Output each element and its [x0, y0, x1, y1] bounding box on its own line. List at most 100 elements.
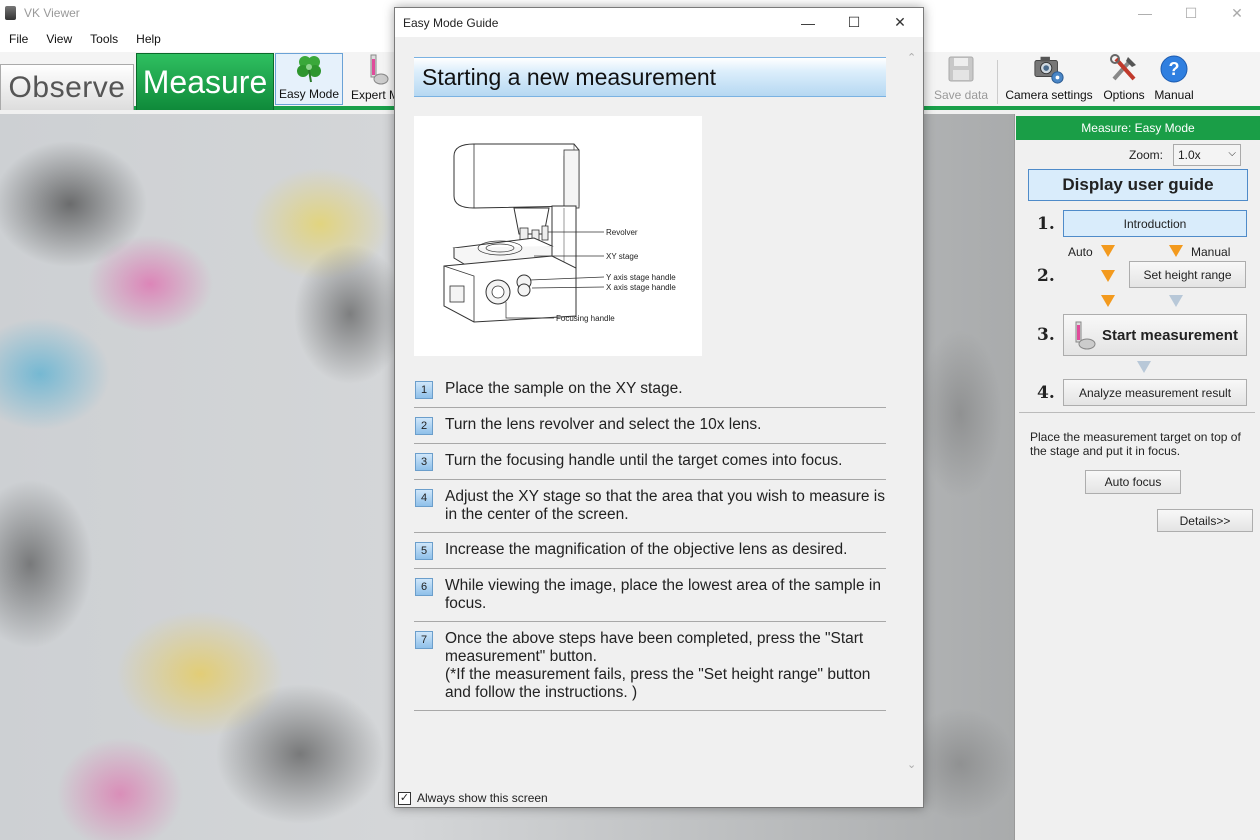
help-icon: ?: [1158, 53, 1190, 85]
camera-settings-button[interactable]: Camera settings: [1002, 53, 1096, 105]
dialog-footer: ✓ Always show this screen: [395, 789, 923, 807]
auto-focus-button[interactable]: Auto focus: [1085, 470, 1181, 494]
manual-label: Manual: [1154, 88, 1194, 102]
panel-description: Place the measurement target on top of t…: [1030, 430, 1241, 458]
tab-measure[interactable]: Measure: [136, 53, 274, 110]
clover-icon: [293, 52, 325, 84]
callout-xy-stage: XY stage: [606, 252, 639, 261]
arrow-down-icon: [1101, 295, 1115, 307]
step-text: Turn the lens revolver and select the 10…: [445, 416, 762, 433]
flask-icon: [1075, 321, 1096, 350]
app-title: VK Viewer: [24, 6, 80, 20]
details-button[interactable]: Details>>: [1157, 509, 1253, 532]
callout-x-handle: X axis stage handle: [606, 283, 676, 292]
step-badge: 7: [415, 631, 433, 649]
step-number-2: 2.: [1037, 266, 1055, 286]
menu-file[interactable]: File: [0, 32, 37, 46]
zoom-row: Zoom: 1.0x ⌵: [1015, 144, 1260, 166]
set-height-range-button[interactable]: Set height range: [1129, 261, 1246, 288]
arrow-down-light-icon: [1137, 361, 1151, 373]
step-badge: 1: [415, 381, 433, 399]
guide-step: 3 Turn the focusing handle until the tar…: [414, 444, 886, 480]
panel-divider: [1019, 412, 1255, 413]
start-measurement-button[interactable]: Start measurement: [1063, 314, 1247, 356]
introduction-button[interactable]: Introduction: [1063, 210, 1247, 237]
tools-icon: [1108, 53, 1140, 85]
dialog-content: Starting a new measurement Revolver XY s…: [395, 37, 903, 789]
save-data-label: Save data: [933, 88, 989, 102]
step-text-group: Once the above steps have been completed…: [445, 630, 886, 702]
panel-header: Measure: Easy Mode: [1016, 116, 1260, 140]
guide-heading: Starting a new measurement: [414, 57, 886, 97]
always-show-checkbox[interactable]: ✓: [398, 791, 411, 805]
display-user-guide-button[interactable]: Display user guide: [1028, 169, 1248, 201]
analyze-result-button[interactable]: Analyze measurement result: [1063, 379, 1247, 406]
step-note: (*If the measurement fails, press the "S…: [445, 666, 871, 701]
options-button[interactable]: Options: [1100, 53, 1148, 105]
guide-step: 7 Once the above steps have been complet…: [414, 622, 886, 711]
auto-label: Auto: [1068, 245, 1093, 259]
guide-step: 2 Turn the lens revolver and select the …: [414, 408, 886, 444]
step-badge: 3: [415, 453, 433, 471]
guide-step: 4 Adjust the XY stage so that the area t…: [414, 480, 886, 533]
easy-mode-button[interactable]: Easy Mode: [275, 53, 343, 105]
menu-tools[interactable]: Tools: [81, 32, 127, 46]
scroll-up-icon[interactable]: ⌃: [907, 51, 916, 64]
dialog-close-button[interactable]: ✕: [877, 8, 923, 37]
dialog-maximize-button[interactable]: ☐: [831, 8, 877, 37]
start-measurement-label: Start measurement: [1102, 326, 1238, 344]
svg-text:?: ?: [1169, 59, 1180, 79]
step-badge: 2: [415, 417, 433, 435]
menu-help[interactable]: Help: [127, 32, 170, 46]
guide-step: 6 While viewing the image, place the low…: [414, 569, 886, 622]
chevron-down-icon: ⌵: [1228, 148, 1236, 159]
dialog-scrollbar[interactable]: ⌃ ⌄: [903, 37, 923, 789]
dialog-minimize-button[interactable]: —: [785, 8, 831, 37]
easy-mode-label: Easy Mode: [278, 87, 340, 101]
easy-mode-panel: Measure: Easy Mode Zoom: 1.0x ⌵ Display …: [1014, 114, 1260, 840]
arrow-down-icon: [1101, 245, 1115, 257]
tab-observe[interactable]: Observe: [0, 64, 134, 110]
dialog-titlebar[interactable]: Easy Mode Guide — ☐ ✕: [395, 8, 923, 37]
menu-view[interactable]: View: [37, 32, 81, 46]
step-text: Increase the magnification of the object…: [445, 541, 848, 558]
step-badge: 5: [415, 542, 433, 560]
guide-step: 5 Increase the magnification of the obje…: [414, 533, 886, 569]
zoom-label: Zoom:: [1129, 148, 1164, 162]
save-data-button[interactable]: Save data: [928, 53, 994, 105]
options-label: Options: [1103, 88, 1145, 102]
floppy-icon: [945, 53, 977, 85]
guide-steps: 1 Place the sample on the XY stage. 2 Tu…: [414, 372, 886, 711]
camera-gear-icon: [1033, 53, 1065, 85]
step-text: Adjust the XY stage so that the area tha…: [445, 488, 885, 523]
camera-settings-label: Camera settings: [1005, 88, 1093, 102]
zoom-select[interactable]: 1.0x ⌵: [1173, 144, 1241, 166]
dialog-title: Easy Mode Guide: [403, 15, 499, 30]
scroll-down-icon[interactable]: ⌄: [907, 758, 916, 771]
always-show-label[interactable]: Always show this screen: [417, 791, 548, 805]
flask-icon: [359, 53, 391, 85]
step-text: Turn the focusing handle until the targe…: [445, 452, 843, 469]
step-number-1: 1.: [1037, 214, 1055, 234]
callout-focusing-handle: Focusing handle: [556, 314, 615, 323]
toolbar-separator: [997, 60, 998, 104]
manual-path-label: Manual: [1191, 245, 1231, 259]
step-text: Once the above steps have been completed…: [445, 630, 864, 665]
step-badge: 4: [415, 489, 433, 507]
arrow-down-light-icon: [1169, 295, 1183, 307]
step-text: While viewing the image, place the lowes…: [445, 577, 881, 612]
arrow-down-icon: [1101, 270, 1115, 282]
arrow-down-icon: [1169, 245, 1183, 257]
step-badge: 6: [415, 578, 433, 596]
close-button[interactable]: ✕: [1214, 0, 1260, 26]
manual-button[interactable]: ? Manual: [1152, 53, 1196, 105]
microscope-illustration: Revolver XY stage Y axis stage handle X …: [414, 116, 702, 356]
zoom-value: 1.0x: [1178, 148, 1201, 162]
callout-y-handle: Y axis stage handle: [606, 273, 676, 282]
step-number-3: 3.: [1037, 325, 1055, 345]
minimize-button[interactable]: —: [1122, 0, 1168, 26]
step-number-4: 4.: [1037, 383, 1055, 403]
maximize-button[interactable]: ☐: [1168, 0, 1214, 26]
easy-mode-guide-dialog: Easy Mode Guide — ☐ ✕ Starting a new mea…: [394, 7, 924, 808]
app-icon: [5, 6, 16, 20]
